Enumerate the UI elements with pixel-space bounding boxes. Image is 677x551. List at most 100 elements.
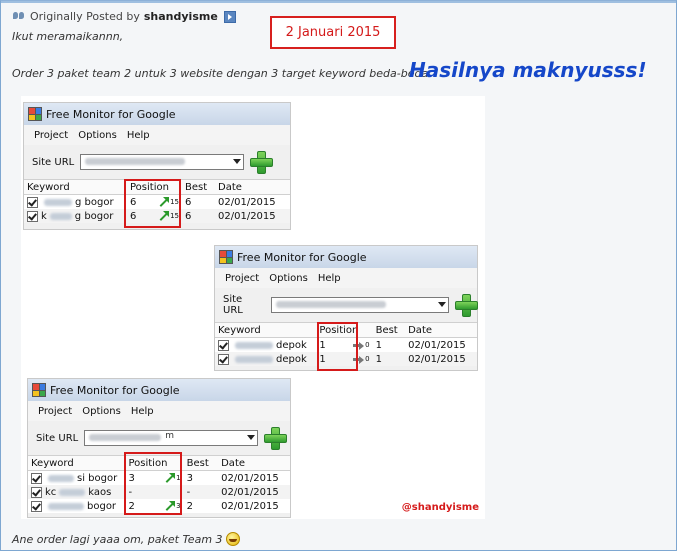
row-checkbox[interactable]: [31, 500, 42, 512]
column-best[interactable]: Best: [373, 325, 406, 336]
site-url-label: Site URL: [32, 156, 75, 168]
column-date[interactable]: Date: [405, 325, 477, 336]
blurred-keyword: [48, 474, 74, 482]
menu-project[interactable]: Project: [38, 406, 72, 417]
column-date[interactable]: Date: [215, 182, 288, 193]
table-header: Keyword Position Best Date: [24, 179, 290, 195]
quote-prefix: Originally Posted by: [30, 10, 140, 23]
menu-options[interactable]: Options: [78, 130, 117, 141]
table-row[interactable]: depok 1 0 1 02/01/2015: [215, 352, 477, 366]
row-checkbox[interactable]: [218, 353, 229, 365]
chevron-down-icon: [233, 159, 242, 164]
site-url-row: Site URL m: [28, 421, 290, 455]
menu-help[interactable]: Help: [318, 273, 341, 284]
row-checkbox[interactable]: [218, 339, 229, 351]
best-value: 6: [185, 196, 192, 208]
table-row[interactable]: bogor 2 3 2 02/01/2015: [28, 499, 290, 513]
app-logo-icon: [219, 250, 233, 264]
position-change: 0: [365, 341, 370, 349]
add-site-icon[interactable]: [250, 151, 274, 174]
menu-help[interactable]: Help: [131, 406, 154, 417]
keyword-text: si bogor: [77, 472, 118, 484]
keyword-text: kaos: [88, 486, 112, 498]
table-row[interactable]: depok 1 0 1 02/01/2015: [215, 338, 477, 352]
menu-help[interactable]: Help: [127, 130, 150, 141]
position-change: 15: [170, 212, 179, 220]
date-value: 02/01/2015: [218, 196, 276, 208]
position-value: 6: [130, 196, 137, 208]
blurred-url: [275, 301, 386, 308]
blurred-keyword: [49, 212, 72, 220]
add-site-icon[interactable]: [455, 294, 478, 317]
column-position[interactable]: Position: [125, 458, 183, 469]
table-header: Keyword Position Best Date: [215, 322, 477, 338]
blurred-keyword: [44, 198, 72, 206]
table-row[interactable]: k g bogor 6 15 6 02/01/2015: [24, 209, 290, 223]
quote-author-link[interactable]: shandyisme: [144, 10, 218, 23]
menu-options[interactable]: Options: [82, 406, 121, 417]
quote-footer: Ane order lagi yaaa om, paket Team 3: [12, 532, 240, 546]
row-checkbox[interactable]: [31, 472, 42, 484]
column-best[interactable]: Best: [182, 182, 215, 193]
row-checkbox[interactable]: [31, 486, 42, 498]
table-row[interactable]: si bogor 3 1 3 02/01/2015: [28, 471, 290, 485]
column-position[interactable]: Position: [127, 182, 182, 193]
blurred-keyword: [235, 341, 273, 349]
column-keyword[interactable]: Keyword: [24, 182, 127, 193]
position-change: 3: [176, 502, 181, 510]
column-keyword[interactable]: Keyword: [215, 325, 316, 336]
position-value: -: [128, 486, 133, 498]
position-value: 1: [319, 353, 326, 365]
best-value: 1: [375, 353, 382, 365]
menu-options[interactable]: Options: [269, 273, 308, 284]
blurred-keyword: [59, 488, 86, 496]
table-row[interactable]: g bogor 6 15 6 02/01/2015: [24, 195, 290, 209]
best-value: 2: [186, 500, 193, 512]
window-titlebar: Free Monitor for Google: [215, 246, 477, 268]
position-value: 3: [128, 472, 135, 484]
site-url-dropdown[interactable]: [270, 297, 450, 313]
blurred-url: [89, 434, 162, 441]
column-keyword[interactable]: Keyword: [28, 458, 125, 469]
menu-bar: Project Options Help: [215, 268, 477, 288]
position-change: 1: [176, 474, 181, 482]
date-value: 02/01/2015: [221, 486, 279, 498]
trend-up-icon: [158, 210, 170, 222]
trend-same-icon: [353, 355, 365, 364]
table-row[interactable]: kc kaos - - 02/01/2015: [28, 485, 290, 499]
add-site-icon[interactable]: [264, 427, 288, 450]
column-best[interactable]: Best: [184, 458, 219, 469]
keyword-table: Keyword Position Best Date si bogor 3 1: [28, 455, 290, 513]
site-url-label: Site URL: [36, 432, 79, 444]
site-url-dropdown[interactable]: m: [84, 430, 259, 446]
app-logo-icon: [28, 107, 42, 121]
date-annotation-text: 2 Januari 2015: [285, 25, 381, 40]
row-checkbox[interactable]: [27, 210, 38, 222]
quote-post: Originally Posted by shandyisme 2 Januar…: [0, 0, 677, 551]
view-post-icon[interactable]: [223, 10, 236, 23]
blurred-keyword: [235, 355, 273, 363]
row-checkbox[interactable]: [27, 196, 38, 208]
menu-bar: Project Options Help: [28, 401, 290, 421]
best-value: 6: [185, 210, 192, 222]
menu-project[interactable]: Project: [225, 273, 259, 284]
best-value: -: [186, 486, 191, 498]
table-header: Keyword Position Best Date: [28, 455, 290, 471]
site-url-row: Site URL: [215, 288, 478, 322]
date-annotation: 2 Januari 2015: [270, 16, 396, 49]
position-change: 15: [170, 198, 179, 206]
window-titlebar: Free Monitor for Google: [28, 379, 290, 401]
quote-header: Originally Posted by shandyisme: [12, 10, 236, 23]
position-change: 0: [365, 355, 370, 363]
column-date[interactable]: Date: [218, 458, 290, 469]
blurred-keyword: [48, 502, 84, 510]
site-url-dropdown[interactable]: [80, 154, 245, 170]
column-position[interactable]: Position: [316, 325, 372, 336]
footer-text: Ane order lagi yaaa om, paket Team 3: [12, 532, 223, 546]
position-value: 2: [128, 500, 135, 512]
app-window-3: Free Monitor for Google Project Options …: [27, 378, 291, 518]
trend-up-icon: [164, 500, 176, 512]
menu-project[interactable]: Project: [34, 130, 68, 141]
app-logo-icon: [32, 383, 46, 397]
trend-up-icon: [158, 196, 170, 208]
